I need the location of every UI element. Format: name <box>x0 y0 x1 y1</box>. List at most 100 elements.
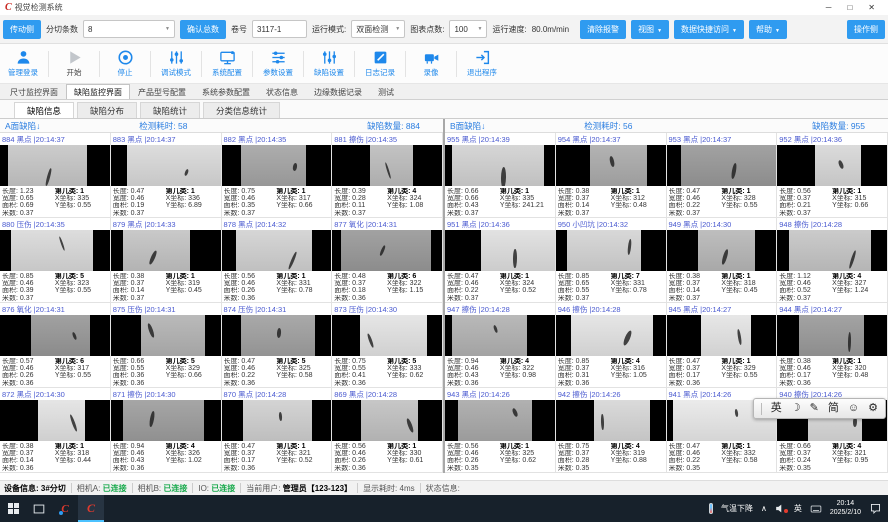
exit-program-button[interactable]: 退出程序 <box>461 49 503 78</box>
meta-meter: 米数: 0.36 <box>224 465 277 472</box>
chart-points-select[interactable]: 100 ▼ <box>449 20 487 38</box>
confirm-total-button[interactable]: 确认总数 <box>180 20 226 39</box>
keyboard-icon[interactable] <box>810 503 822 515</box>
defect-cell[interactable]: 948 擦伤 |20:14:28长度: 1.12宽度: 0.46面积: 0.52… <box>777 218 888 303</box>
tray-language-indicator[interactable]: 英 <box>794 503 802 514</box>
slit-count-select[interactable]: 8 ▼ <box>83 20 175 38</box>
volume-icon[interactable] <box>775 503 786 514</box>
defect-cell[interactable]: 942 擦伤 |20:14:26长度: 0.75宽度: 0.37面积: 0.28… <box>556 388 667 473</box>
sub-tab-3[interactable]: 分类信息统计 <box>203 102 280 118</box>
defect-cell[interactable]: 870 黑点 |20:14:28长度: 0.47宽度: 0.37面积: 0.17… <box>222 388 333 473</box>
ime-lang-en[interactable]: 英 <box>771 398 782 419</box>
defect-cell[interactable]: 883 黑点 |20:14:37长度: 0.47宽度: 0.46面积: 0.19… <box>111 133 222 218</box>
main-tab-2[interactable]: 产品型号配置 <box>130 84 194 99</box>
close-button[interactable]: ✕ <box>868 3 875 12</box>
defect-cell[interactable]: 873 压伤 |20:14:30长度: 0.75宽度: 0.55面积: 0.41… <box>332 303 443 388</box>
main-tab-1[interactable]: 缺陷监控界面 <box>66 84 130 99</box>
defect-cell[interactable]: 874 压伤 |20:14:31长度: 0.47宽度: 0.46面积: 0.22… <box>222 303 333 388</box>
defect-cell[interactable]: 877 氧化 |20:14:31长度: 0.48宽度: 0.37面积: 0.18… <box>332 218 443 303</box>
defect-cell-header: 875 压伤 |20:14:31 <box>111 303 221 315</box>
meta-meter: 米数: 0.35 <box>447 465 500 472</box>
defect-cell[interactable]: 950 小凹坑 |20:14:32长度: 0.85宽度: 0.65面积: 0.5… <box>556 218 667 303</box>
roll-number-input[interactable] <box>252 20 307 38</box>
meta-col-left: 长度: 1.12宽度: 0.46面积: 0.52米数: 0.37 <box>779 273 832 302</box>
record-video-button[interactable]: 录像 <box>410 49 452 78</box>
defect-cell[interactable]: 869 黑点 |20:14:28长度: 0.56宽度: 0.46面积: 0.26… <box>332 388 443 473</box>
defect-cell[interactable]: 943 黑点 |20:14:26长度: 0.56宽度: 0.46面积: 0.26… <box>445 388 556 473</box>
defect-cell[interactable]: 871 擦伤 |20:14:30长度: 0.94宽度: 0.46面积: 0.43… <box>111 388 222 473</box>
maximize-button[interactable]: □ <box>847 3 852 12</box>
debug-mode-button[interactable]: 调试模式 <box>155 49 197 78</box>
main-tab-5[interactable]: 边缘数据记录 <box>306 84 370 99</box>
main-tab-4[interactable]: 状态信息 <box>258 84 306 99</box>
ime-pen-icon[interactable]: ✎ <box>810 398 819 419</box>
defect-cell[interactable]: 947 擦伤 |20:14:28长度: 0.94宽度: 0.46面积: 0.43… <box>445 303 556 388</box>
defect-cell[interactable]: 872 黑点 |20:14:30长度: 0.38宽度: 0.37面积: 0.14… <box>0 388 111 473</box>
defect-cell[interactable]: 953 黑点 |20:14:37长度: 0.47宽度: 0.46面积: 0.22… <box>667 133 778 218</box>
param-settings-button[interactable]: 参数设置 <box>257 49 299 78</box>
meta-length: 长度: 0.38 <box>669 273 722 280</box>
defect-cell[interactable]: 951 黑点 |20:14:36长度: 0.47宽度: 0.46面积: 0.22… <box>445 218 556 303</box>
meta-col-left: 长度: 0.47宽度: 0.46面积: 0.22米数: 0.37 <box>447 273 500 302</box>
slit-count-value: 8 <box>88 25 92 34</box>
defect-grid: 884 黑点 |20:14:37长度: 1.23宽度: 0.65面积: 0.69… <box>0 133 443 473</box>
defect-cell[interactable]: 884 黑点 |20:14:37长度: 1.23宽度: 0.65面积: 0.69… <box>0 133 111 218</box>
defect-cell[interactable]: 880 压伤 |20:14:35长度: 0.85宽度: 0.46面积: 0.39… <box>0 218 111 303</box>
view-menu-button[interactable]: 视图▼ <box>631 20 669 39</box>
defect-settings-button[interactable]: 缺陷设置 <box>308 49 350 78</box>
defect-meta: 长度: 0.56宽度: 0.46面积: 0.26米数: 0.35第几类: 1X坐… <box>445 441 555 472</box>
meta-meter: 米数: 0.37 <box>113 210 166 217</box>
system-config-button[interactable]: 系统配置 <box>206 49 248 78</box>
ime-simplified[interactable]: 简 <box>828 398 839 419</box>
defect-cell[interactable]: 881 擦伤 |20:14:35长度: 0.39宽度: 0.28面积: 0.11… <box>332 133 443 218</box>
defect-cell[interactable]: 954 黑点 |20:14:37长度: 0.38宽度: 0.37面积: 0.14… <box>556 133 667 218</box>
quick-access-menu-button[interactable]: 数据快捷访问▼ <box>674 20 744 39</box>
clear-alarm-button[interactable]: 清除报警 <box>580 20 626 39</box>
action-label: 缺陷设置 <box>314 67 344 78</box>
ime-night-icon[interactable]: ☽ <box>791 398 801 419</box>
taskbar-app-active[interactable]: C <box>78 495 104 522</box>
defect-cell[interactable]: 946 擦伤 |20:14:28长度: 0.85宽度: 0.37面积: 0.31… <box>556 303 667 388</box>
ime-emoji-icon[interactable]: ☺ <box>848 398 859 419</box>
action-label: 管理登录 <box>8 67 38 78</box>
main-tab-0[interactable]: 尺寸监控界面 <box>2 84 66 99</box>
weather-text[interactable]: 气温下降 <box>721 503 753 514</box>
meta-meter: 米数: 0.36 <box>558 380 611 387</box>
admin-login-button[interactable]: 管理登录 <box>2 49 44 78</box>
defect-cell[interactable]: 878 黑点 |20:14:32长度: 0.56宽度: 0.46面积: 0.26… <box>222 218 333 303</box>
run-mode-select[interactable]: 双面检测 ▼ <box>351 20 405 38</box>
taskbar-app-pinned[interactable]: C <box>52 495 78 522</box>
main-tab-3[interactable]: 系统参数配置 <box>194 84 258 99</box>
defect-cell[interactable]: 949 黑点 |20:14:30长度: 0.38宽度: 0.37面积: 0.14… <box>667 218 778 303</box>
sub-tab-1[interactable]: 缺陷分布 <box>77 102 137 118</box>
drive-side-button[interactable]: 传动侧 <box>3 20 41 39</box>
defect-cell[interactable]: 952 黑点 |20:14:36长度: 0.56宽度: 0.37面积: 0.21… <box>777 133 888 218</box>
task-view-button[interactable] <box>26 495 52 522</box>
help-menu-button[interactable]: 帮助▼ <box>749 20 787 39</box>
sub-tab-2[interactable]: 缺陷统计 <box>140 102 200 118</box>
defect-cell[interactable]: 875 压伤 |20:14:31长度: 0.66宽度: 0.55面积: 0.36… <box>111 303 222 388</box>
meta-col-left: 长度: 0.39宽度: 0.28面积: 0.11米数: 0.37 <box>334 188 387 217</box>
minimize-button[interactable]: ─ <box>826 3 832 12</box>
ime-settings-icon[interactable]: ⚙ <box>868 398 878 419</box>
defect-cell[interactable]: 879 黑点 |20:14:33长度: 0.38宽度: 0.37面积: 0.14… <box>111 218 222 303</box>
notification-center-icon[interactable] <box>869 502 882 515</box>
defect-cell[interactable]: 955 黑点 |20:14:39长度: 0.66宽度: 0.66面积: 0.43… <box>445 133 556 218</box>
defect-cell[interactable]: 945 黑点 |20:14:27长度: 0.47宽度: 0.37面积: 0.17… <box>667 303 778 388</box>
defect-cell[interactable]: 944 黑点 |20:14:27长度: 0.38宽度: 0.46面积: 0.17… <box>777 303 888 388</box>
defect-panel-b: B面缺陷↓检测耗时: 56缺陷数量: 955955 黑点 |20:14:39长度… <box>443 119 888 473</box>
image-gray-band <box>481 230 555 271</box>
defect-image <box>332 145 442 186</box>
meta-width: 宽度: 0.37 <box>558 195 611 202</box>
sub-tab-0[interactable]: 缺陷信息 <box>14 102 74 118</box>
log-record-button[interactable]: 日志记录 <box>359 49 401 78</box>
start-button[interactable]: 开始 <box>53 49 95 78</box>
start-button[interactable] <box>0 495 26 522</box>
defect-cell[interactable]: 882 黑点 |20:14:35长度: 0.75宽度: 0.46面积: 0.35… <box>222 133 333 218</box>
clock[interactable]: 20:14 2025/2/10 <box>830 500 861 517</box>
main-tab-6[interactable]: 测试 <box>370 84 402 99</box>
defect-cell[interactable]: 876 氧化 |20:14:31长度: 0.57宽度: 0.46面积: 0.26… <box>0 303 111 388</box>
stop-button[interactable]: 停止 <box>104 49 146 78</box>
operator-side-button[interactable]: 操作侧 <box>847 20 885 39</box>
tray-expand-icon[interactable]: ∧ <box>761 504 767 513</box>
